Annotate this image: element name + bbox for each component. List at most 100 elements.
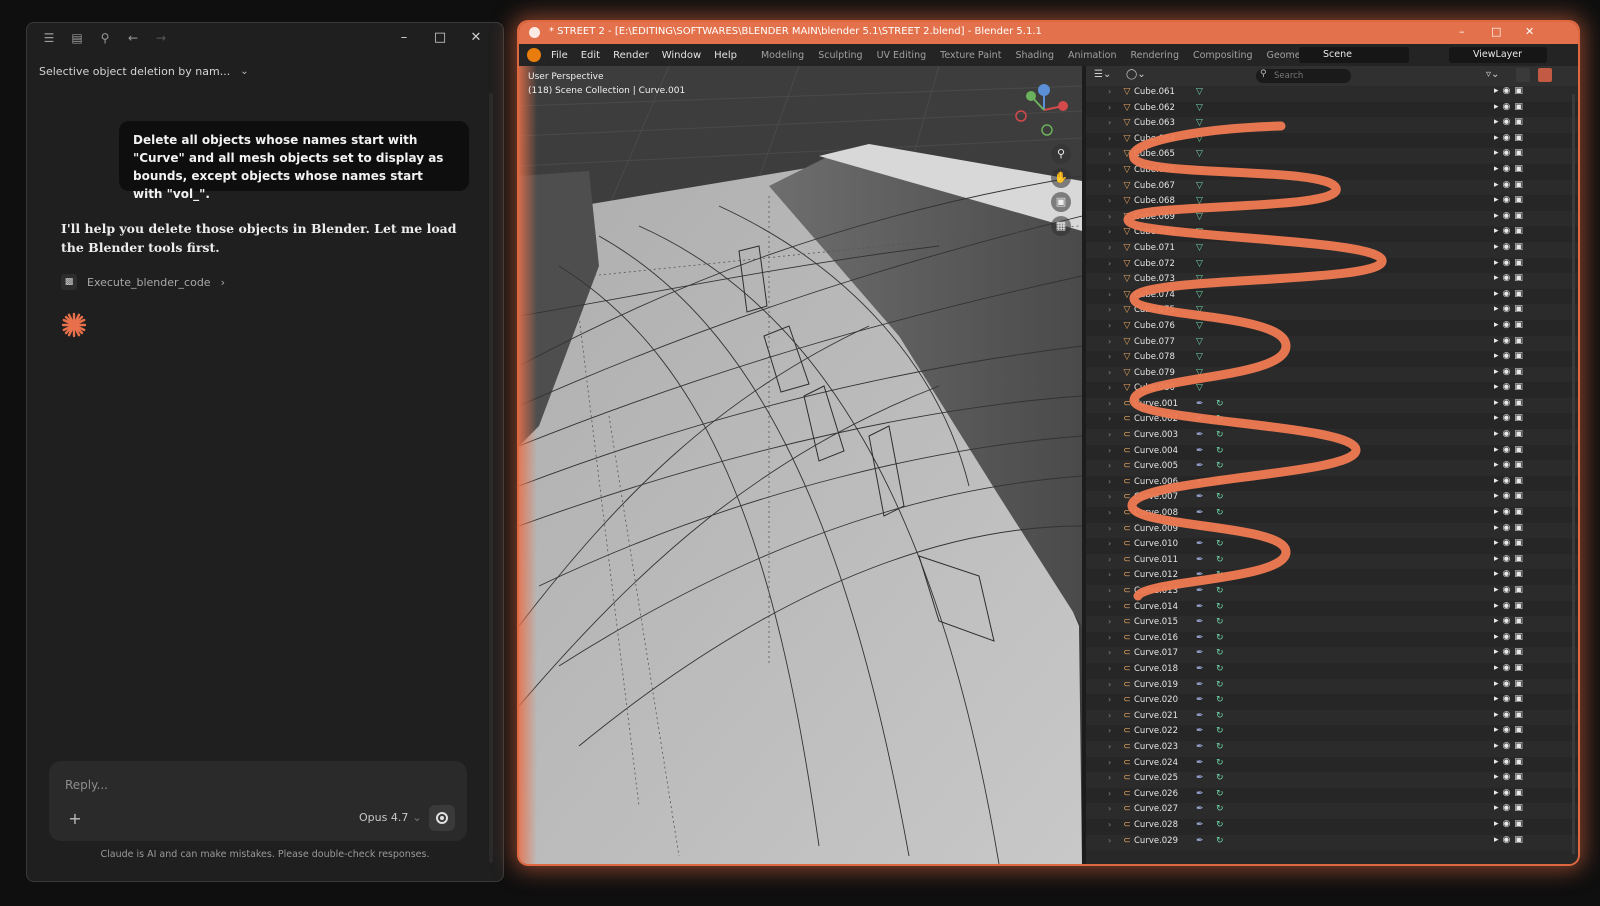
expand-arrow-icon[interactable]: › [1108, 337, 1111, 346]
outliner-row[interactable]: › ⊂ Curve.022 ✒ ↻ ▸◉▣ [1086, 725, 1578, 741]
visibility-toggles[interactable]: ▸◉▣ [1494, 242, 1527, 252]
expand-arrow-icon[interactable]: › [1108, 321, 1111, 330]
visibility-toggles[interactable]: ▸◉▣ [1494, 663, 1527, 673]
expand-arrow-icon[interactable]: › [1108, 243, 1111, 252]
outliner-row[interactable]: › ▽ Cube.071 ▽ ▸◉▣ [1086, 241, 1578, 258]
expand-arrow-icon[interactable]: › [1108, 836, 1111, 845]
scene-selector[interactable]: Scene [1299, 47, 1409, 63]
outliner-row[interactable]: › ⊂ Curve.011 ✒ ↻ ▸◉▣ [1086, 553, 1578, 570]
outliner-close-icon[interactable] [1538, 68, 1552, 82]
tab-texture-paint[interactable]: Texture Paint [940, 50, 1001, 61]
visibility-toggles[interactable]: ▸◉▣ [1494, 226, 1527, 236]
expand-arrow-icon[interactable]: › [1108, 492, 1111, 501]
tab-sculpting[interactable]: Sculpting [818, 50, 862, 61]
visibility-toggles[interactable]: ▸◉▣ [1494, 289, 1527, 299]
minimize-button[interactable]: – [395, 29, 413, 47]
outliner-row[interactable]: › ▽ Cube.062 ▽ ▸◉▣ [1086, 101, 1578, 118]
tab-uv-editing[interactable]: UV Editing [877, 50, 927, 61]
camera-icon[interactable]: ▣ [1051, 192, 1071, 212]
outliner-row[interactable]: › ⊂ Curve.021 ✒ ↻ ▸◉▣ [1086, 709, 1578, 726]
outliner-row[interactable]: › ⊂ Curve.009 ✒ ↻ ▸◉▣ [1086, 522, 1578, 539]
model-selector[interactable]: Opus 4.7 ⌄ [359, 811, 422, 824]
close-button[interactable]: ✕ [1525, 25, 1534, 38]
expand-arrow-icon[interactable]: › [1108, 508, 1111, 517]
outliner-search-input[interactable]: Search [1256, 69, 1351, 83]
3d-viewport[interactable]: User Perspective (118) Scene Collection … [519, 66, 1082, 864]
menu-help[interactable]: Help [714, 50, 737, 61]
expand-arrow-icon[interactable]: › [1108, 134, 1111, 143]
visibility-toggles[interactable]: ▸◉▣ [1494, 679, 1527, 689]
forward-arrow-icon[interactable]: → [153, 30, 169, 46]
outliner-row[interactable]: › ⊂ Curve.005 ✒ ↻ ▸◉▣ [1086, 460, 1578, 476]
outliner-row[interactable]: › ▽ Cube.070 ▽ ▸◉▣ [1086, 226, 1578, 242]
outliner-row[interactable]: › ▽ Cube.076 ▽ ▸◉▣ [1086, 319, 1578, 336]
navigation-gizmo[interactable] [1011, 80, 1077, 140]
expand-arrow-icon[interactable]: › [1108, 633, 1111, 642]
expand-arrow-icon[interactable]: › [1108, 103, 1111, 112]
search-icon[interactable]: ⚲ [97, 30, 113, 46]
outliner-row[interactable]: › ⊂ Curve.008 ✒ ↻ ▸◉▣ [1086, 507, 1578, 523]
expand-arrow-icon[interactable]: › [1108, 212, 1111, 221]
visibility-toggles[interactable]: ▸◉▣ [1494, 102, 1527, 112]
stop-button[interactable] [429, 805, 455, 831]
expand-arrow-icon[interactable]: › [1108, 648, 1111, 657]
visibility-toggles[interactable]: ▸◉▣ [1494, 180, 1527, 190]
maximize-button[interactable]: □ [431, 29, 449, 47]
outliner-row[interactable]: › ⊂ Curve.006 ✒ ↻ ▸◉▣ [1086, 475, 1578, 492]
new-collection-icon[interactable] [1516, 68, 1530, 82]
view-layer-selector[interactable]: ViewLayer [1449, 47, 1547, 63]
close-button[interactable]: ✕ [467, 29, 485, 47]
outliner-row[interactable]: › ⊂ Curve.003 ✒ ↻ ▸◉▣ [1086, 429, 1578, 445]
expand-arrow-icon[interactable]: › [1108, 695, 1111, 704]
visibility-toggles[interactable]: ▸◉▣ [1494, 86, 1527, 96]
expand-arrow-icon[interactable]: › [1108, 259, 1111, 268]
visibility-toggles[interactable]: ▸◉▣ [1494, 601, 1527, 611]
grid-view-icon[interactable]: ▦ [1051, 216, 1071, 236]
menu-icon[interactable]: ☰ [41, 30, 57, 46]
outliner-row[interactable]: › ⊂ Curve.015 ✒ ↻ ▸◉▣ [1086, 616, 1578, 632]
outliner-row[interactable]: › ▽ Cube.067 ▽ ▸◉▣ [1086, 179, 1578, 196]
expand-arrow-icon[interactable]: › [1108, 196, 1111, 205]
outliner-row[interactable]: › ⊂ Curve.012 ✒ ↻ ▸◉▣ [1086, 569, 1578, 585]
outliner-row[interactable]: › ⊂ Curve.016 ✒ ↻ ▸◉▣ [1086, 631, 1578, 648]
menu-window[interactable]: Window [662, 50, 701, 61]
expand-arrow-icon[interactable]: › [1108, 305, 1111, 314]
visibility-toggles[interactable]: ▸◉▣ [1494, 710, 1527, 720]
expand-arrow-icon[interactable]: › [1108, 570, 1111, 579]
expand-arrow-icon[interactable]: › [1108, 742, 1111, 751]
expand-arrow-icon[interactable]: › [1108, 555, 1111, 564]
visibility-toggles[interactable]: ▸◉▣ [1494, 538, 1527, 548]
expand-arrow-icon[interactable]: › [1108, 820, 1111, 829]
outliner-row[interactable]: › ▽ Cube.064 ▽ ▸◉▣ [1086, 132, 1578, 149]
filter-view-icon[interactable]: ◯⌄ [1126, 69, 1146, 80]
menu-edit[interactable]: Edit [581, 50, 600, 61]
visibility-toggles[interactable]: ▸◉▣ [1494, 772, 1527, 782]
visibility-toggles[interactable]: ▸◉▣ [1494, 320, 1527, 330]
visibility-toggles[interactable]: ▸◉▣ [1494, 460, 1527, 470]
back-arrow-icon[interactable]: ← [125, 30, 141, 46]
outliner-row[interactable]: › ⊂ Curve.023 ✒ ↻ ▸◉▣ [1086, 740, 1578, 757]
outliner-row[interactable]: › ▽ Cube.077 ▽ ▸◉▣ [1086, 335, 1578, 352]
visibility-toggles[interactable]: ▸◉▣ [1494, 164, 1527, 174]
chat-scrollbar[interactable] [489, 93, 493, 863]
visibility-toggles[interactable]: ▸◉▣ [1494, 211, 1527, 221]
visibility-toggles[interactable]: ▸◉▣ [1494, 507, 1527, 517]
expand-arrow-icon[interactable]: › [1108, 477, 1111, 486]
visibility-toggles[interactable]: ▸◉▣ [1494, 304, 1527, 314]
visibility-toggles[interactable]: ▸◉▣ [1494, 491, 1527, 501]
expand-arrow-icon[interactable]: › [1108, 414, 1111, 423]
outliner-row[interactable]: › ▽ Cube.063 ▽ ▸◉▣ [1086, 117, 1578, 133]
visibility-toggles[interactable]: ▸◉▣ [1494, 757, 1527, 767]
outliner-row[interactable]: › ▽ Cube.069 ▽ ▸◉▣ [1086, 210, 1578, 227]
expand-arrow-icon[interactable]: › [1108, 430, 1111, 439]
visibility-toggles[interactable]: ▸◉▣ [1494, 585, 1527, 595]
outliner-row[interactable]: › ⊂ Curve.007 ✒ ↻ ▸◉▣ [1086, 491, 1578, 508]
outliner-row[interactable]: › ▽ Cube.065 ▽ ▸◉▣ [1086, 148, 1578, 164]
expand-arrow-icon[interactable]: › [1108, 524, 1111, 533]
visibility-toggles[interactable]: ▸◉▣ [1494, 616, 1527, 626]
visibility-toggles[interactable]: ▸◉▣ [1494, 523, 1527, 533]
outliner-row[interactable]: › ⊂ Curve.020 ✒ ↻ ▸◉▣ [1086, 694, 1578, 710]
expand-arrow-icon[interactable]: › [1108, 726, 1111, 735]
outliner-row[interactable]: › ▽ Cube.080 ▽ ▸◉▣ [1086, 382, 1578, 398]
reply-input[interactable] [65, 775, 365, 795]
